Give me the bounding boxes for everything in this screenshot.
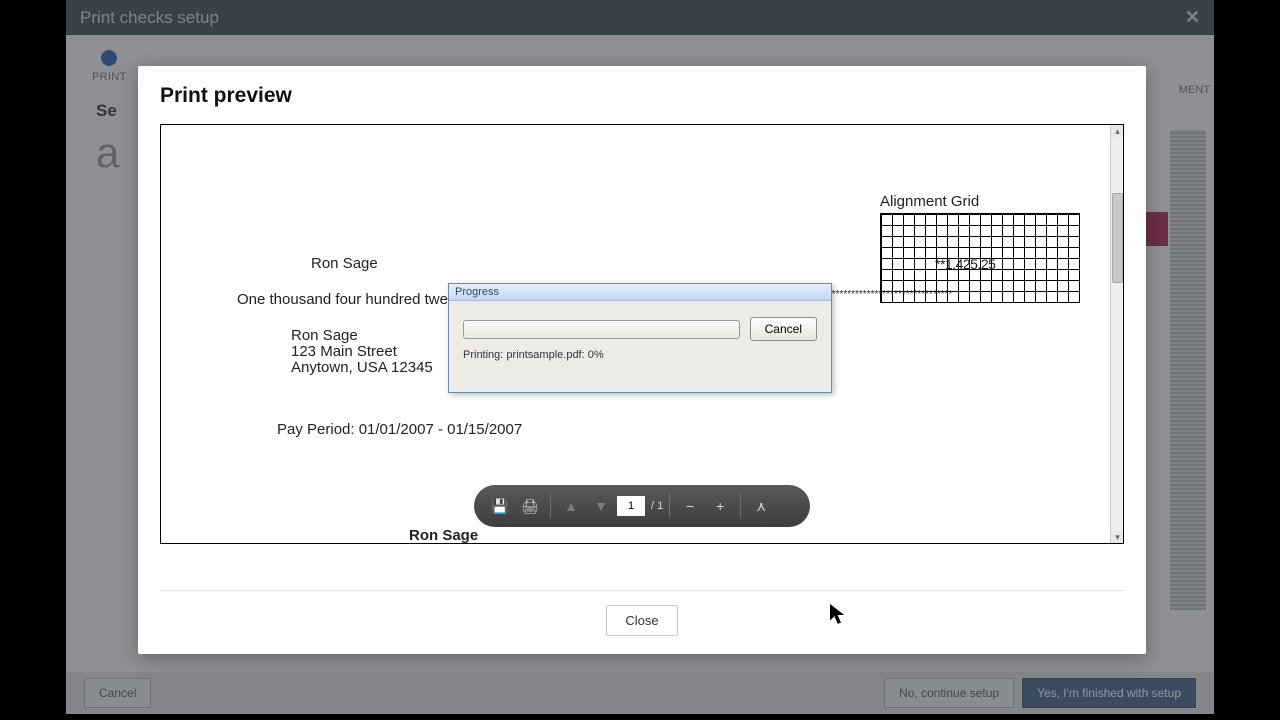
check-payee-name: Ron Sage (311, 255, 378, 272)
check-address-block: Ron Sage 123 Main Street Anytown, USA 12… (291, 328, 433, 377)
check-stub-payee: Ron Sage (409, 527, 478, 544)
address-name: Ron Sage (291, 328, 433, 344)
preview-scrollbar[interactable]: ▴ ▾ (1110, 125, 1123, 543)
scroll-up-icon[interactable]: ▴ (1111, 125, 1124, 137)
progress-dialog: Progress Cancel Printing: printsample.pd… (448, 283, 832, 393)
address-line1: 123 Main Street (291, 344, 433, 360)
progress-cancel-button[interactable]: Cancel (750, 317, 817, 341)
alignment-grid: Alignment Grid **1,425.25 (880, 193, 1080, 303)
save-icon[interactable]: 💾 (486, 492, 514, 520)
zoom-out-icon[interactable]: − (676, 492, 704, 520)
print-icon[interactable]: 🖨 (516, 492, 544, 520)
page-up-icon[interactable]: ▲ (557, 492, 585, 520)
alignment-grid-label: Alignment Grid (880, 193, 1080, 210)
pay-period: Pay Period: 01/01/2007 - 01/15/2007 (277, 421, 522, 438)
progress-title: Progress (449, 284, 831, 301)
progress-bar (463, 320, 740, 339)
scroll-thumb[interactable] (1112, 193, 1123, 283)
scroll-down-icon[interactable]: ▾ (1111, 531, 1124, 543)
zoom-in-icon[interactable]: + (706, 492, 734, 520)
asterisk-line: ********************************** (820, 289, 1080, 300)
acrobat-icon[interactable]: ⋏ (747, 492, 775, 520)
check-document: Ron Sage One thousand four hundred twe R… (161, 125, 1110, 205)
progress-status-text: Printing: printsample.pdf: 0% (449, 349, 831, 369)
page-number-input[interactable] (617, 496, 645, 516)
grid-amount: **1,425.25 (935, 256, 995, 272)
address-line2: Anytown, USA 12345 (291, 360, 433, 376)
close-preview-button[interactable]: Close (606, 605, 677, 636)
print-preview-title: Print preview (138, 66, 1146, 118)
page-total: / 1 (647, 500, 663, 512)
page-down-icon[interactable]: ▼ (587, 492, 615, 520)
pdf-toolbar: 💾 🖨 ▲ ▼ / 1 − + ⋏ (474, 485, 810, 527)
check-amount-words: One thousand four hundred twe (237, 291, 448, 308)
